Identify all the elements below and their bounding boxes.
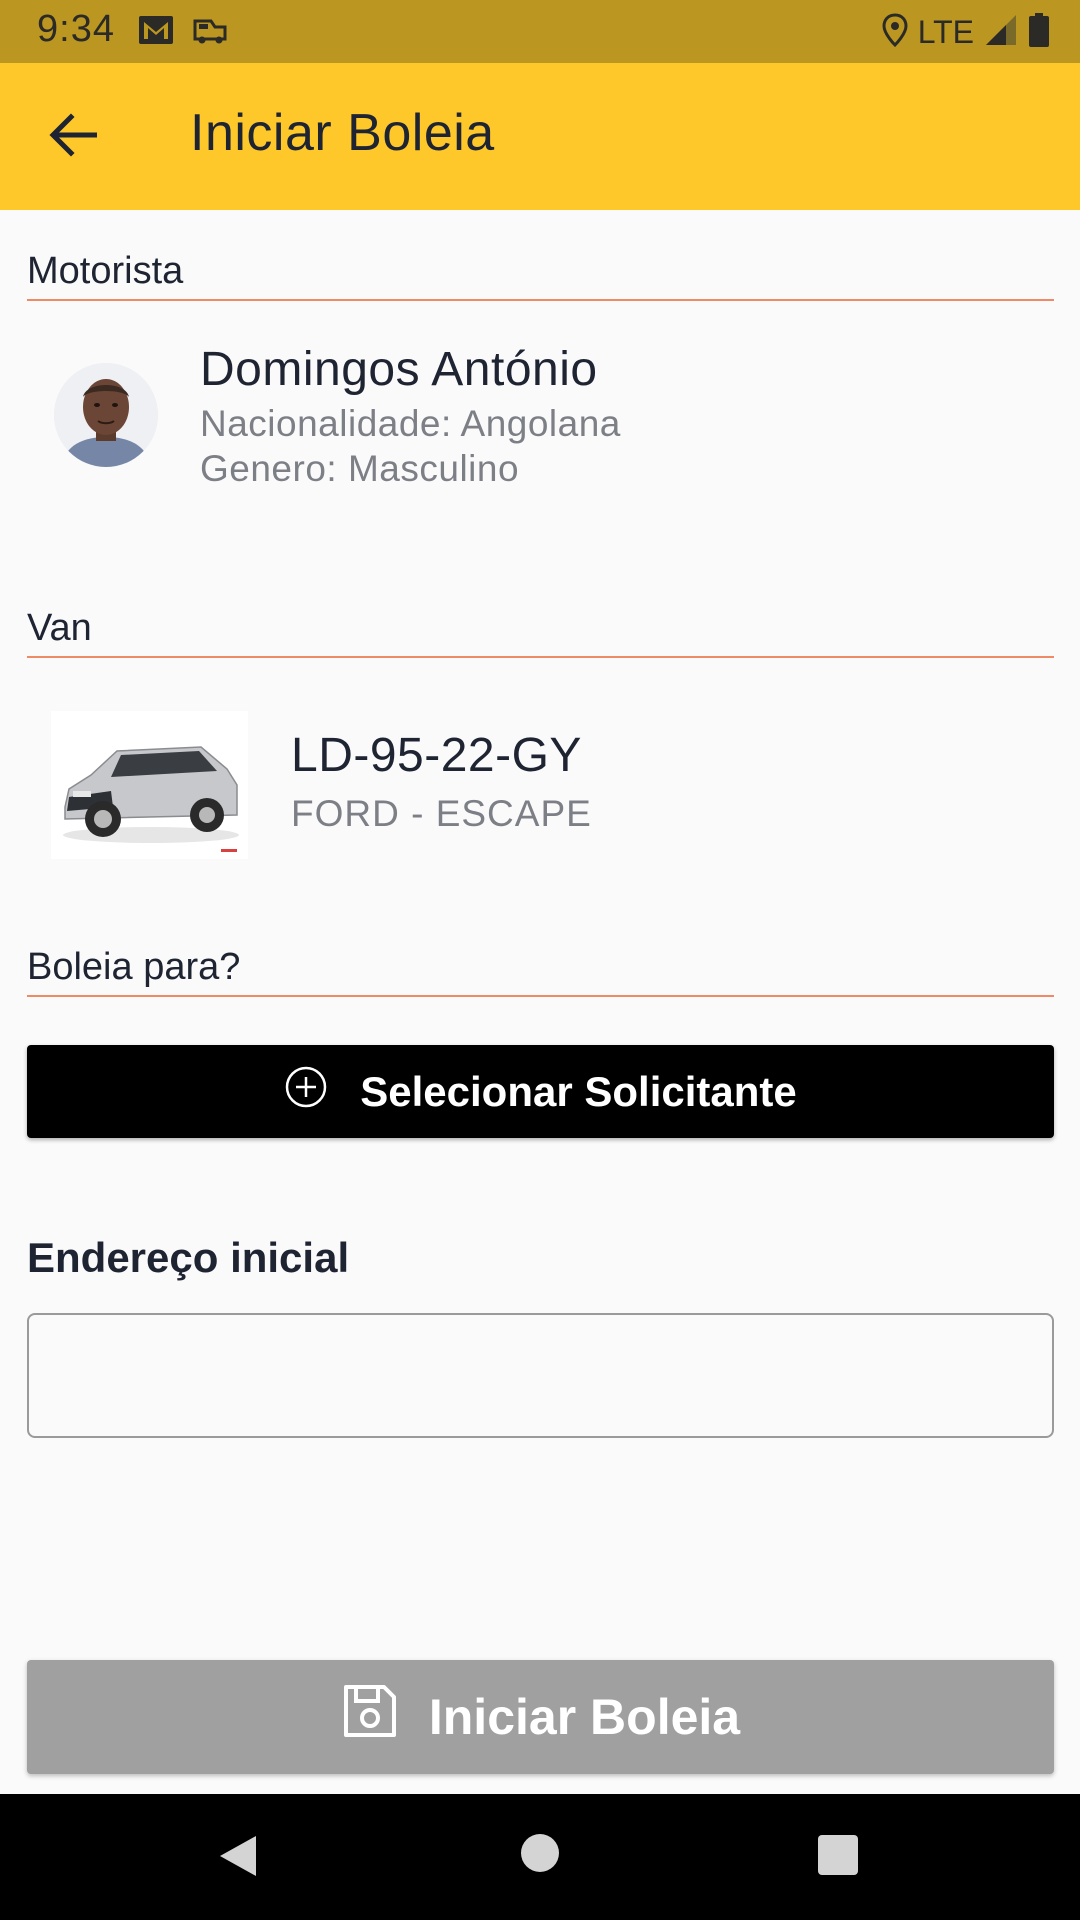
signal-icon — [984, 13, 1018, 52]
ride-section-header: Boleia para? — [27, 946, 1054, 997]
status-notification-icons — [137, 13, 229, 52]
plus-circle-icon — [284, 1065, 328, 1119]
arrow-left-icon — [49, 112, 98, 162]
nav-home-icon[interactable] — [521, 1834, 559, 1872]
start-ride-button[interactable]: Iniciar Boleia — [27, 1660, 1054, 1774]
save-icon — [341, 1682, 399, 1752]
van-model: FORD - ESCAPE — [291, 793, 592, 834]
back-button[interactable] — [36, 107, 110, 167]
address-label: Endereço inicial — [27, 1234, 350, 1281]
status-system-icons: LTE — [882, 12, 1050, 53]
status-bar: 9:34 LTE — [0, 0, 1080, 63]
car-icon — [191, 13, 229, 52]
select-requester-button[interactable]: Selecionar Solicitante — [27, 1045, 1054, 1138]
van-section-header: Van — [27, 607, 1054, 658]
start-ride-label: Iniciar Boleia — [428, 1689, 741, 1745]
select-requester-label: Selecionar Solicitante — [360, 1067, 797, 1115]
van-plate: LD-95-22-GY — [291, 729, 582, 782]
app-bar: Iniciar Boleia — [0, 63, 1080, 210]
gmail-icon — [137, 13, 175, 52]
address-input[interactable] — [27, 1313, 1054, 1438]
driver-section-header: Motorista — [27, 250, 1054, 301]
nav-back-icon[interactable] — [218, 1834, 258, 1883]
nav-recents-icon[interactable] — [818, 1835, 858, 1875]
network-type: LTE — [917, 14, 974, 50]
van-image — [51, 711, 248, 859]
location-icon — [882, 13, 908, 52]
driver-avatar — [54, 363, 158, 467]
page-title: Iniciar Boleia — [190, 104, 495, 162]
driver-name: Domingos António — [200, 343, 598, 396]
driver-nationality: Nacionalidade: Angolana — [200, 403, 621, 444]
status-time: 9:34 — [37, 8, 115, 50]
driver-gender: Genero: Masculino — [200, 448, 520, 489]
battery-icon — [1028, 12, 1050, 53]
system-nav-bar — [0, 1794, 1080, 1920]
